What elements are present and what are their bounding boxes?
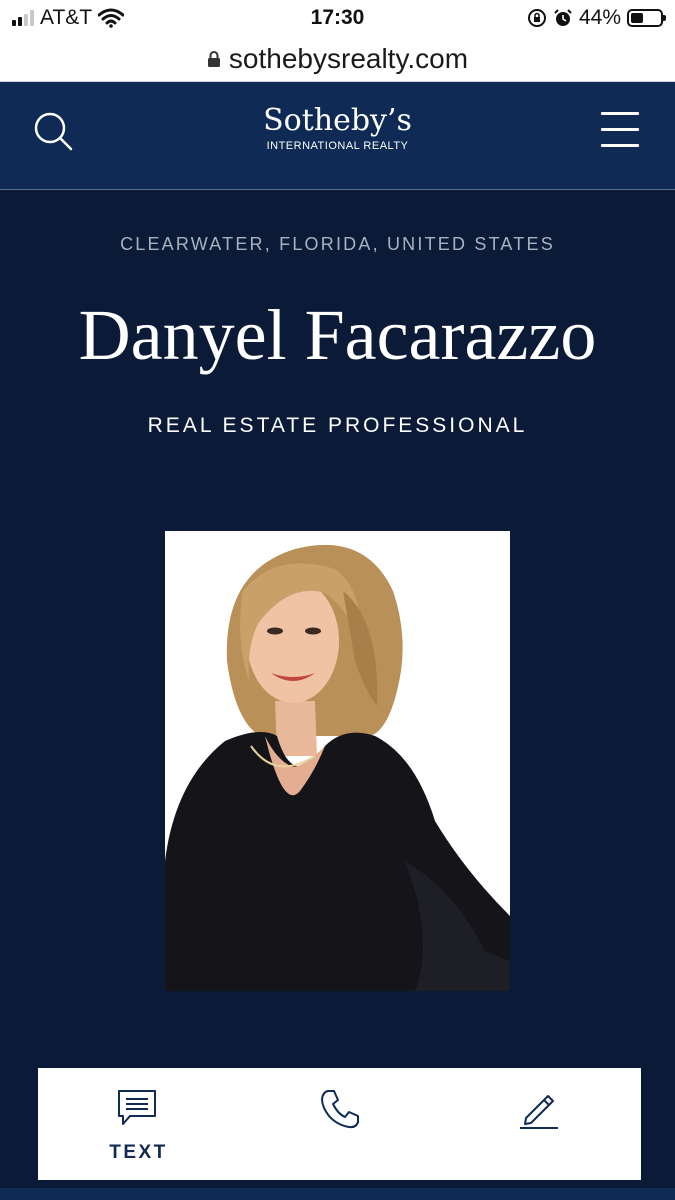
url-bar[interactable]: sothebysrealty.com xyxy=(0,36,675,82)
agent-name: Danyel Facarazzo xyxy=(78,295,597,375)
rotation-lock-icon xyxy=(527,9,546,27)
battery-fill xyxy=(631,13,643,23)
agent-photo xyxy=(165,531,510,991)
email-button[interactable] xyxy=(440,1068,641,1180)
message-icon xyxy=(118,1090,156,1125)
battery-percent: 44% xyxy=(578,6,621,29)
logo-wordmark: Sotheby’s xyxy=(263,103,412,138)
status-bar: AT&T 17:30 44% xyxy=(0,0,675,36)
agent-location: CLEARWATER, FLORIDA, UNITED STATES xyxy=(120,234,555,254)
logo-subtitle: INTERNATIONAL REALTY xyxy=(266,140,409,152)
text-button-label: TEXT xyxy=(109,1142,168,1163)
contact-bar: TEXT xyxy=(38,1068,641,1180)
agent-portrait-illustration xyxy=(165,531,510,991)
site-header: Sotheby’s INTERNATIONAL REALTY xyxy=(0,82,675,190)
status-right: 44% xyxy=(527,6,666,30)
text-button[interactable]: TEXT xyxy=(38,1068,239,1180)
alarm-icon xyxy=(554,9,572,26)
menu-button[interactable] xyxy=(601,112,639,148)
pencil-icon xyxy=(520,1095,558,1129)
battery-icon xyxy=(627,9,666,27)
agent-role: REAL ESTATE PROFESSIONAL xyxy=(147,414,528,437)
url-text: sothebysrealty.com xyxy=(228,42,469,74)
brand-logo[interactable]: Sotheby’s INTERNATIONAL REALTY xyxy=(0,104,675,154)
lock-icon xyxy=(207,50,220,67)
call-button[interactable] xyxy=(239,1068,440,1180)
phone-icon xyxy=(321,1090,359,1129)
footer-strip xyxy=(0,1180,675,1200)
